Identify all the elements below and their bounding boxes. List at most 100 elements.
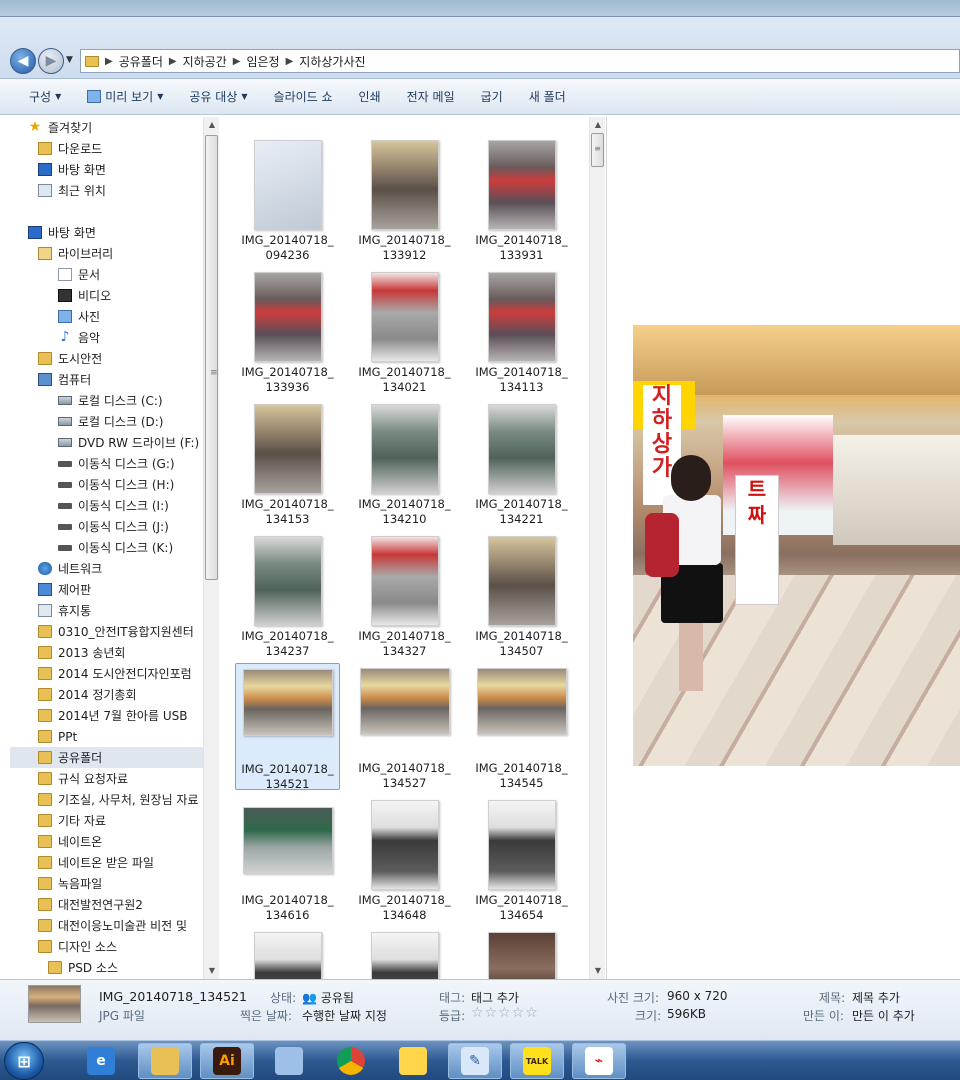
sidebar-item[interactable]: 제어판 (10, 579, 203, 600)
breadcrumb-item[interactable]: 임은정 (246, 53, 279, 70)
scroll-down-icon[interactable]: ▼ (590, 963, 606, 979)
scrollbar-thumb[interactable]: ≡ (205, 135, 218, 580)
sidebar-item[interactable]: 휴지통 (10, 600, 203, 621)
sidebar-item[interactable]: 네이트온 받은 파일 (10, 852, 203, 873)
file-thumbnail-item[interactable]: IMG_20140718_ 134113 (469, 267, 574, 394)
file-thumbnail-item[interactable]: IMG_20140718_ 134221 (469, 399, 574, 526)
sidebar-item[interactable]: 최근 위치 (10, 180, 203, 201)
sidebar-item[interactable]: 2014 정기총회 (10, 684, 203, 705)
recent-pages-dropdown[interactable]: ▼ (66, 55, 73, 65)
rating-stars[interactable]: ☆☆☆☆☆ (471, 1005, 539, 1021)
sidebar-item[interactable]: 2014 도시안전디자인포럼 (10, 663, 203, 684)
date-taken-field[interactable]: 수행한 날짜 지정 (302, 1007, 387, 1024)
sidebar-item[interactable]: 2013 송년회 (10, 642, 203, 663)
start-button[interactable]: ⊞ (4, 1042, 44, 1080)
sidebar-item[interactable]: PPt (10, 726, 203, 747)
scroll-up-icon[interactable]: ▲ (590, 117, 606, 133)
breadcrumb[interactable]: ▶ 공유폴더 ▶ 지하공간 ▶ 임은정 ▶ 지하상가사진 (80, 49, 960, 73)
breadcrumb-item[interactable]: 지하공간 (183, 53, 227, 70)
sidebar-item[interactable]: 로컬 디스크 (D:) (10, 411, 203, 432)
sidebar-item[interactable]: 다운로드 (10, 138, 203, 159)
sidebar-item[interactable]: ♪ 음악 (10, 327, 203, 348)
sidebar-item[interactable]: 문서 (10, 264, 203, 285)
breadcrumb-separator-icon[interactable]: ▶ (233, 56, 241, 67)
sidebar-item[interactable]: 0310_안전IT융합지원센터 (10, 621, 203, 642)
taskbar-button[interactable]: e (74, 1043, 128, 1079)
file-thumbnail-item[interactable]: IMG_20140718_ 094236 (235, 135, 340, 262)
sidebar-item[interactable]: 2014년 7월 한아름 USB (10, 705, 203, 726)
sidebar-item[interactable]: 대전발전연구원2 (10, 894, 203, 915)
navigation-pane-scrollbar[interactable]: ▲ ≡ ▼ (203, 117, 219, 979)
sidebar-item[interactable]: 이동식 디스크 (G:) (10, 453, 203, 474)
email-button[interactable]: 전자 메일 (394, 88, 468, 105)
sidebar-item[interactable]: 비디오 (10, 285, 203, 306)
tags-field[interactable]: 태그 추가 (471, 989, 519, 1006)
sidebar-item[interactable]: 이동식 디스크 (K:) (10, 537, 203, 558)
new-folder-button[interactable]: 새 폴더 (516, 88, 579, 105)
breadcrumb-item[interactable]: 지하상가사진 (299, 53, 365, 70)
file-thumbnail-item[interactable]: IMG_20140718_ 134545 (469, 663, 574, 790)
file-thumbnail-item[interactable]: IMG_20140718_ 133912 (352, 135, 457, 262)
sidebar-item[interactable]: ★ 즐겨찾기 (10, 117, 203, 138)
file-thumbnail-item[interactable] (352, 927, 457, 979)
taskbar-button[interactable] (386, 1043, 440, 1079)
organize-button[interactable]: 구성 ▼ (16, 88, 74, 105)
title-field[interactable]: 제목 추가 (852, 989, 900, 1006)
file-thumbnail-item[interactable]: IMG_20140718_ 134616 (235, 795, 340, 922)
sidebar-item[interactable]: 이동식 디스크 (J:) (10, 516, 203, 537)
sidebar-item[interactable]: 규식 요청자료 (10, 768, 203, 789)
file-thumbnail-item[interactable]: IMG_20140718_ 133931 (469, 135, 574, 262)
taskbar-button[interactable] (138, 1043, 192, 1079)
sidebar-item[interactable]: 라이브러리 (10, 243, 203, 264)
sidebar-item[interactable]: 이동식 디스크 (H:) (10, 474, 203, 495)
sidebar-item[interactable]: 사진 (10, 306, 203, 327)
breadcrumb-separator-icon[interactable]: ▶ (169, 56, 177, 67)
file-thumbnail-item[interactable]: IMG_20140718_ 134648 (352, 795, 457, 922)
sidebar-item[interactable]: 대전이응노미술관 비전 및 (10, 915, 203, 936)
breadcrumb-separator-icon[interactable]: ▶ (105, 56, 113, 67)
file-thumbnail-item[interactable]: IMG_20140718_ 134021 (352, 267, 457, 394)
file-thumbnail-item[interactable]: IMG_20140718_ 134153 (235, 399, 340, 526)
file-thumbnail-item[interactable]: IMG_20140718_ 133936 (235, 267, 340, 394)
breadcrumb-item[interactable]: 공유폴더 (119, 53, 163, 70)
scroll-down-icon[interactable]: ▼ (204, 963, 220, 979)
print-button[interactable]: 인쇄 (346, 88, 394, 105)
scrollbar-thumb[interactable]: ≡ (591, 133, 604, 167)
file-thumbnail-item[interactable]: IMG_20140718_ 134527 (352, 663, 457, 790)
sidebar-item[interactable]: 기타 자료 (10, 810, 203, 831)
sidebar-item[interactable]: DVD RW 드라이브 (F:) (10, 432, 203, 453)
back-button[interactable]: ◀ (10, 48, 36, 74)
share-button[interactable]: 공유 대상 ▼ (176, 88, 260, 105)
sidebar-item[interactable]: 컴퓨터 (10, 369, 203, 390)
sidebar-item[interactable]: 녹음파일 (10, 873, 203, 894)
file-thumbnail-item[interactable]: IMG_20140718_ 134327 (352, 531, 457, 658)
sidebar-item[interactable]: 바탕 화면 (10, 222, 203, 243)
file-thumbnail-item[interactable]: IMG_20140718_ 134507 (469, 531, 574, 658)
sidebar-item[interactable]: PSD 소스 (10, 957, 203, 978)
file-thumbnail-item[interactable]: IMG_20140718_ 134210 (352, 399, 457, 526)
sidebar-item[interactable]: 바탕 화면 (10, 159, 203, 180)
breadcrumb-separator-icon[interactable]: ▶ (286, 56, 294, 67)
sidebar-item[interactable]: 네이트온 (10, 831, 203, 852)
file-thumbnail-item[interactable]: IMG_20140718_ 134654 (469, 795, 574, 922)
taskbar-button[interactable] (324, 1043, 378, 1079)
sidebar-item[interactable]: 디자인 소스 (10, 936, 203, 957)
file-thumbnail-item[interactable] (235, 927, 340, 979)
preview-button[interactable]: 미리 보기 ▼ (74, 88, 176, 105)
taskbar-button[interactable] (262, 1043, 316, 1079)
sidebar-item[interactable]: 로컬 디스크 (C:) (10, 390, 203, 411)
file-thumbnail-item[interactable]: IMG_20140718_ 134237 (235, 531, 340, 658)
slideshow-button[interactable]: 슬라이드 쇼 (261, 88, 346, 105)
file-thumbnail-item[interactable] (469, 927, 574, 979)
sidebar-item[interactable]: 공유폴더 (10, 747, 203, 768)
sidebar-item[interactable]: 이동식 디스크 (I:) (10, 495, 203, 516)
scroll-up-icon[interactable]: ▲ (204, 117, 220, 133)
file-list-scrollbar[interactable]: ▲ ≡ ▼ (589, 117, 605, 979)
sidebar-item[interactable]: 네트워크 (10, 558, 203, 579)
taskbar-button[interactable]: ⌁ (572, 1043, 626, 1079)
taskbar-button[interactable]: TALK (510, 1043, 564, 1079)
sidebar-item[interactable]: 도시안전 (10, 348, 203, 369)
file-thumbnail-item[interactable]: IMG_20140718_ 134521 (235, 663, 340, 791)
taskbar-button[interactable]: ✎ (448, 1043, 502, 1079)
author-field[interactable]: 만든 이 추가 (852, 1007, 915, 1024)
